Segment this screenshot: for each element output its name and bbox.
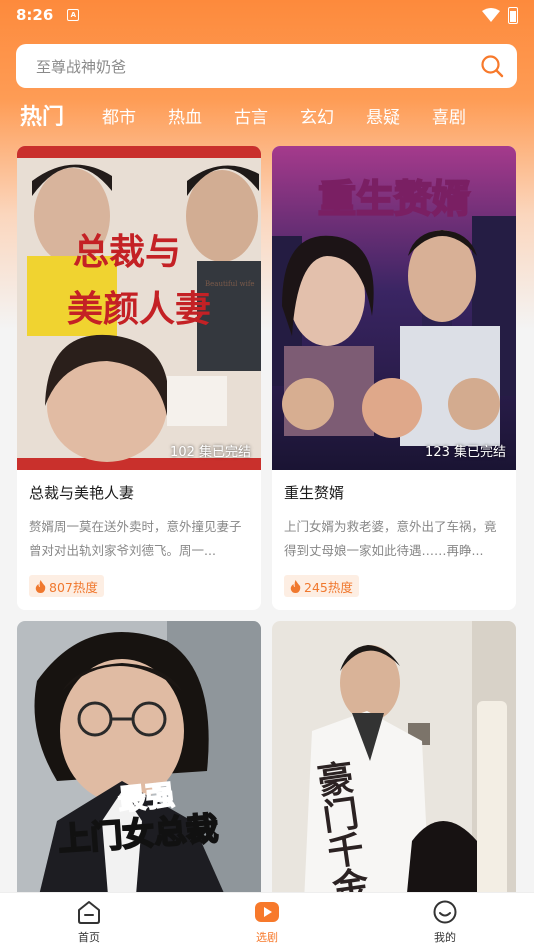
status-right [482,6,518,24]
search-icon[interactable] [479,53,505,79]
status-bar: 8:26 A [0,0,534,30]
tab-home-label: 首页 [78,930,100,944]
profile-icon [433,900,457,923]
card-body: 总裁与美艳人妻 赘婿周一莫在送外卖时，意外撞见妻子曾对对出轨刘家爷刘德飞。周一.… [17,470,261,610]
hot-badge: 245热度 [284,575,359,597]
drama-card[interactable]: 总裁与 美颜人妻 Beautiful wife 102 集已完结 总裁与美艳人妻… [17,146,261,610]
hot-count: 245热度 [304,579,353,595]
tab-dramas-label: 选剧 [256,930,278,944]
cover-title-line1: 总裁与 [73,231,181,273]
card-body: 重生赘婿 上门女婿为救老婆，意外出了车祸，竟得到丈母娘一家如此待遇……再睁...… [272,470,516,610]
tab-urban[interactable]: 都市 [102,103,136,128]
tab-dramas[interactable]: 选剧 [207,899,327,945]
drama-description: 上门女婿为救老婆，意外出了车祸，竟得到丈母娘一家如此待遇……再睁... [284,519,497,558]
drama-title: 重生赘婿 [284,484,345,502]
episode-count: 123 集已完结 [425,445,506,460]
tab-ancient[interactable]: 古言 [234,103,268,128]
battery-icon [508,6,518,24]
tab-profile-label: 我的 [434,930,456,944]
bottom-tab-bar: 首页 选剧 我的 [0,892,534,950]
tab-home[interactable]: 首页 [29,899,149,945]
category-tabs: 热门 都市 热血 古言 玄幻 悬疑 喜剧 [20,98,498,132]
tab-mystery[interactable]: 悬疑 [366,103,400,128]
cover-artwork: 重生赘婿 [272,146,516,470]
cover-title-line2: 美颜人妻 [67,288,211,330]
home-icon [78,900,100,924]
tab-comedy[interactable]: 喜剧 [432,103,466,128]
play-icon [255,901,279,922]
drama-card[interactable]: 重生赘婿 123 集已完结 重生赘婿 上门女婿为救老婆，意外出了车祸，竟得到丈母… [272,146,516,610]
wifi-icon [482,8,500,22]
fire-icon [290,579,301,593]
tab-hot[interactable]: 热门 [20,99,64,131]
hot-count: 807热度 [49,579,98,595]
cover-title: 重生赘婿 [318,177,470,221]
cover-subtitle: Beautiful wife [205,280,255,288]
episode-count: 102 集已完结 [170,445,251,460]
tab-fantasy[interactable]: 玄幻 [300,103,334,128]
cover-artwork: 总裁与 美颜人妻 Beautiful wife [17,146,261,470]
notification-icon: A [67,9,80,21]
tab-action[interactable]: 热血 [168,103,202,128]
drama-cover[interactable]: 总裁与 美颜人妻 Beautiful wife 102 集已完结 [17,146,261,470]
drama-cover[interactable]: 重生赘婿 123 集已完结 [272,146,516,470]
tab-profile[interactable]: 我的 [385,899,505,945]
hot-badge: 807热度 [29,575,104,597]
search-bar[interactable]: 至尊战神奶爸 [16,44,517,88]
drama-title: 总裁与美艳人妻 [29,484,135,502]
cover-title-small: 最强 [116,778,175,817]
drama-description: 赘婿周一莫在送外卖时，意外撞见妻子曾对对出轨刘家爷刘德飞。周一... [29,519,242,558]
status-time: 8:26 [16,6,54,24]
fire-icon [35,579,46,593]
search-input[interactable]: 至尊战神奶爸 [36,56,479,77]
